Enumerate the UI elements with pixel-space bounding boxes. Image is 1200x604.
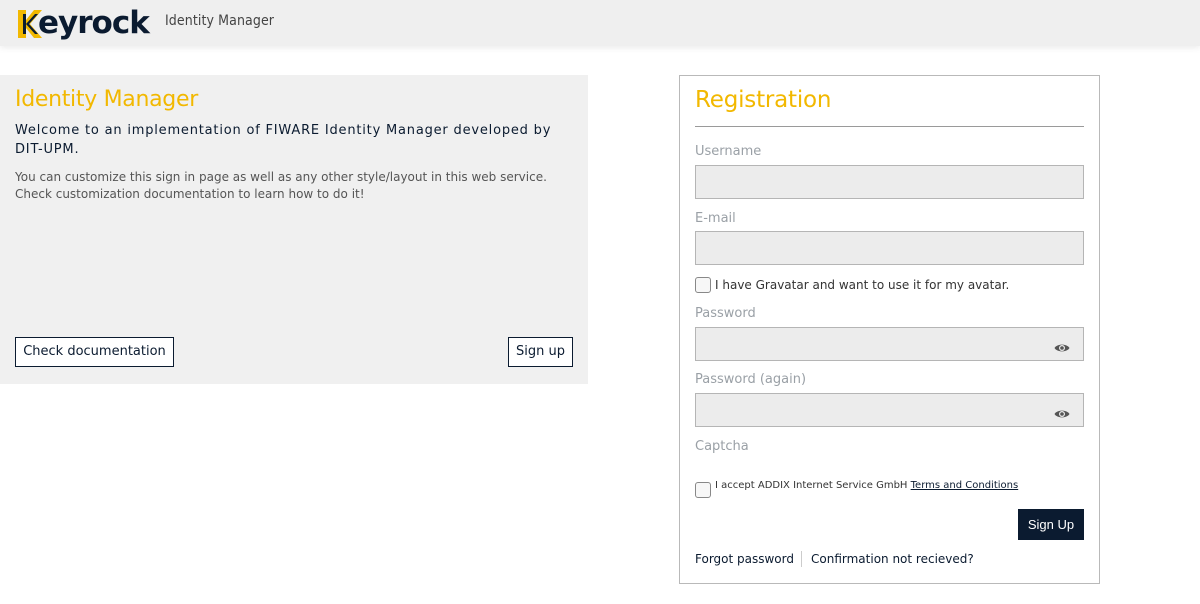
sign-up-submit-button[interactable]: Sign Up bbox=[1018, 509, 1084, 540]
terms-and-conditions-link[interactable]: Terms and Conditions bbox=[911, 480, 1019, 491]
info-title: Identity Manager bbox=[15, 87, 198, 112]
username-label: Username bbox=[695, 144, 762, 159]
password-again-input[interactable] bbox=[695, 393, 1084, 427]
sign-up-link-button[interactable]: Sign up bbox=[508, 337, 573, 367]
terms-checkbox[interactable] bbox=[695, 482, 711, 498]
welcome-text: Welcome to an implementation of FIWARE I… bbox=[15, 123, 552, 157]
show-password-again-eye-icon[interactable] bbox=[1054, 405, 1070, 418]
registration-form: Registration Username E-mail I have Grav… bbox=[679, 75, 1100, 584]
divider bbox=[695, 126, 1084, 127]
registration-title: Registration bbox=[695, 87, 832, 113]
top-bar: eyrock Identity Manager bbox=[0, 0, 1200, 46]
link-separator bbox=[801, 551, 802, 567]
customization-text: You can customize this sign in page as w… bbox=[15, 170, 547, 201]
info-panel: Identity Manager Welcome to an implement… bbox=[0, 75, 588, 384]
show-password-eye-icon[interactable] bbox=[1054, 339, 1070, 352]
logo-text: eyrock bbox=[38, 5, 150, 41]
forgot-password-link[interactable]: Forgot password bbox=[695, 552, 794, 566]
account-links: Forgot password Confirmation not recieve… bbox=[695, 551, 974, 567]
email-label: E-mail bbox=[695, 211, 736, 226]
confirmation-not-received-link[interactable]: Confirmation not recieved? bbox=[811, 552, 974, 566]
gravatar-label: I have Gravatar and want to use it for m… bbox=[715, 278, 1010, 292]
password-input[interactable] bbox=[695, 327, 1084, 361]
keyrock-logo-mark-icon bbox=[16, 6, 42, 40]
username-input[interactable] bbox=[695, 165, 1084, 199]
gravatar-checkbox[interactable] bbox=[695, 277, 711, 293]
password-label: Password bbox=[695, 306, 756, 321]
captcha-label: Captcha bbox=[695, 439, 749, 454]
terms-prefix-text: I accept ADDIX Internet Service GmbH bbox=[715, 480, 908, 491]
check-documentation-button[interactable]: Check documentation bbox=[15, 337, 174, 367]
terms-label: I accept ADDIX Internet Service GmbH Ter… bbox=[715, 480, 1018, 491]
keyrock-logo[interactable]: eyrock bbox=[16, 3, 150, 43]
email-input[interactable] bbox=[695, 231, 1084, 265]
app-title: Identity Manager bbox=[165, 13, 275, 29]
password-again-label: Password (again) bbox=[695, 372, 807, 387]
